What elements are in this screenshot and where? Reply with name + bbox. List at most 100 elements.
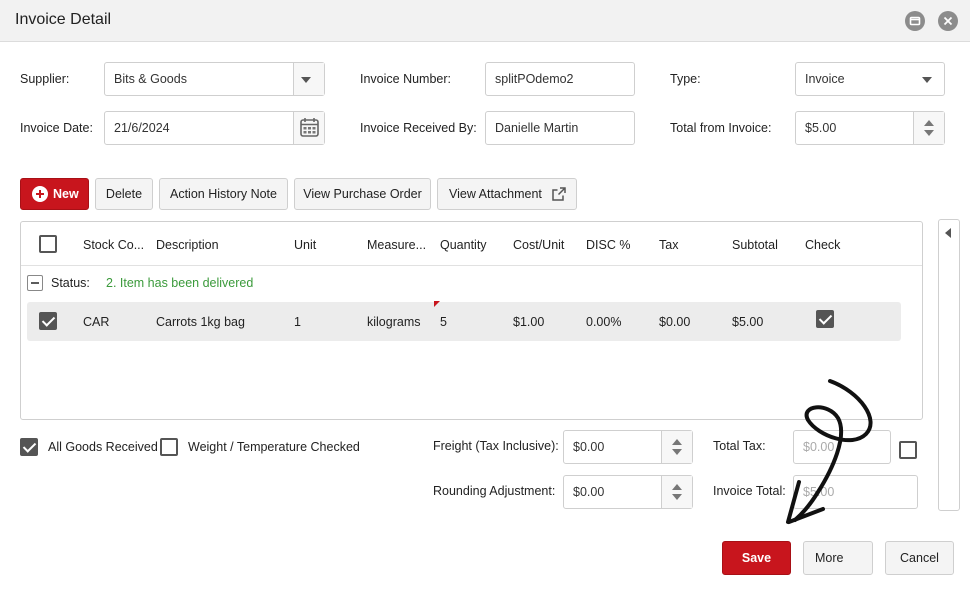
- col-quantity[interactable]: Quantity: [440, 238, 487, 252]
- title-bar: Invoice Detail: [0, 0, 970, 42]
- date-picker-button[interactable]: [293, 112, 324, 144]
- weight-temperature-label: Weight / Temperature Checked: [188, 440, 360, 454]
- window-title: Invoice Detail: [15, 11, 112, 28]
- close-icon: [943, 16, 953, 26]
- col-measure[interactable]: Measure...: [367, 238, 426, 252]
- new-button[interactable]: New: [20, 178, 89, 210]
- type-select[interactable]: Invoice: [795, 62, 945, 96]
- invoice-date-label: Invoice Date:: [20, 121, 93, 135]
- new-button-label: New: [53, 187, 79, 201]
- view-attachment-label: View Attachment: [449, 187, 542, 201]
- spin-up-icon: [924, 120, 934, 126]
- save-button[interactable]: Save: [722, 541, 791, 575]
- total-tax-input: $0.00: [793, 430, 891, 464]
- spin-up-icon: [672, 439, 682, 445]
- plus-circle-icon: [32, 186, 48, 202]
- invoice-number-value: splitPOdemo2: [495, 72, 574, 86]
- freight-spinner[interactable]: [661, 431, 692, 463]
- invoice-total-label: Invoice Total:: [713, 484, 786, 498]
- view-po-label: View Purchase Order: [303, 187, 422, 201]
- maximize-button[interactable]: [905, 11, 925, 31]
- chevron-down-icon: [301, 77, 311, 83]
- grid-header: Stock Co... Description Unit Measure... …: [21, 222, 922, 266]
- received-by-input[interactable]: Danielle Martin: [485, 111, 635, 145]
- type-label: Type:: [670, 72, 701, 86]
- cell-tax: $0.00: [659, 315, 691, 329]
- minus-icon: [31, 282, 39, 284]
- rounding-value: $0.00: [573, 485, 605, 499]
- invoice-number-label: Invoice Number:: [360, 72, 452, 86]
- spin-down-icon: [672, 449, 682, 455]
- delete-button-label: Delete: [105, 187, 143, 201]
- select-all-checkbox[interactable]: [39, 235, 57, 253]
- chevron-left-icon: [945, 228, 951, 238]
- more-button[interactable]: More: [803, 541, 873, 575]
- supplier-value: Bits & Goods: [114, 72, 187, 86]
- cancel-button[interactable]: Cancel: [885, 541, 954, 575]
- col-subtotal[interactable]: Subtotal: [732, 238, 778, 252]
- cell-measure: kilograms: [367, 315, 421, 329]
- col-description[interactable]: Description: [156, 238, 219, 252]
- invoice-number-input[interactable]: splitPOdemo2: [485, 62, 635, 96]
- cancel-button-label: Cancel: [900, 551, 939, 565]
- spin-up-icon: [672, 484, 682, 490]
- total-tax-checkbox[interactable]: [899, 441, 917, 459]
- type-value: Invoice: [805, 72, 845, 86]
- cell-unit: 1: [294, 315, 301, 329]
- invoice-date-input[interactable]: 21/6/2024: [104, 111, 325, 145]
- group-row: Status: 2. Item has been delivered: [27, 274, 527, 294]
- group-status-prefix: Status:: [51, 276, 90, 290]
- received-by-value: Danielle Martin: [495, 121, 579, 135]
- col-unit[interactable]: Unit: [294, 238, 316, 252]
- supplier-select[interactable]: Bits & Goods: [104, 62, 325, 96]
- spin-down-icon: [672, 494, 682, 500]
- freight-input[interactable]: $0.00: [563, 430, 693, 464]
- cell-subtotal: $5.00: [732, 315, 764, 329]
- more-button-label: More: [815, 551, 844, 565]
- side-panel-toggle[interactable]: [938, 219, 960, 511]
- cell-stock-code: CAR: [83, 315, 110, 329]
- external-link-icon: [552, 187, 566, 201]
- all-goods-received-label: All Goods Received: [48, 440, 158, 454]
- rounding-input[interactable]: $0.00: [563, 475, 693, 509]
- cell-quantity[interactable]: 5: [440, 315, 447, 329]
- save-button-label: Save: [741, 551, 772, 565]
- total-spinner[interactable]: [913, 112, 944, 144]
- close-button[interactable]: [938, 11, 958, 31]
- chevron-down-icon: [922, 77, 932, 83]
- total-from-invoice-value: $5.00: [805, 121, 837, 135]
- action-history-note-button[interactable]: Action History Note: [159, 178, 288, 210]
- supplier-label: Supplier:: [20, 72, 70, 86]
- supplier-dropdown-button[interactable]: [293, 63, 324, 95]
- col-disc[interactable]: DISC %: [586, 238, 630, 252]
- col-cost-unit[interactable]: Cost/Unit: [513, 238, 564, 252]
- row-check-checkbox[interactable]: [816, 310, 834, 328]
- invoice-total-value: $5.00: [803, 485, 835, 499]
- col-tax[interactable]: Tax: [659, 238, 678, 252]
- col-stock-code[interactable]: Stock Co...: [83, 238, 144, 252]
- invoice-date-value: 21/6/2024: [114, 121, 170, 135]
- all-goods-received-checkbox[interactable]: [20, 438, 38, 456]
- weight-temperature-checkbox[interactable]: [160, 438, 178, 456]
- total-tax-value: $0.00: [803, 440, 835, 454]
- total-tax-label: Total Tax:: [713, 439, 766, 453]
- total-from-invoice-input[interactable]: $5.00: [795, 111, 945, 145]
- collapse-group-button[interactable]: [27, 275, 43, 291]
- total-from-invoice-label: Total from Invoice:: [670, 121, 772, 135]
- received-by-label: Invoice Received By:: [360, 121, 477, 135]
- invoice-total-input: $5.00: [793, 475, 918, 509]
- spin-down-icon: [924, 130, 934, 136]
- freight-value: $0.00: [573, 440, 605, 454]
- rounding-label: Rounding Adjustment:: [433, 484, 556, 498]
- delete-button[interactable]: Delete: [95, 178, 153, 210]
- row-select-checkbox[interactable]: [39, 312, 57, 330]
- view-attachment-button[interactable]: View Attachment: [437, 178, 577, 210]
- cell-disc: 0.00%: [586, 315, 622, 329]
- action-history-label: Action History Note: [170, 187, 277, 201]
- table-row[interactable]: CAR Carrots 1kg bag 1 kilograms 5 $1.00 …: [27, 301, 901, 341]
- view-purchase-order-button[interactable]: View Purchase Order: [294, 178, 431, 210]
- col-check[interactable]: Check: [805, 238, 840, 252]
- edited-cell-marker: [434, 301, 440, 307]
- rounding-spinner[interactable]: [661, 476, 692, 508]
- cell-cost-unit: $1.00: [513, 315, 545, 329]
